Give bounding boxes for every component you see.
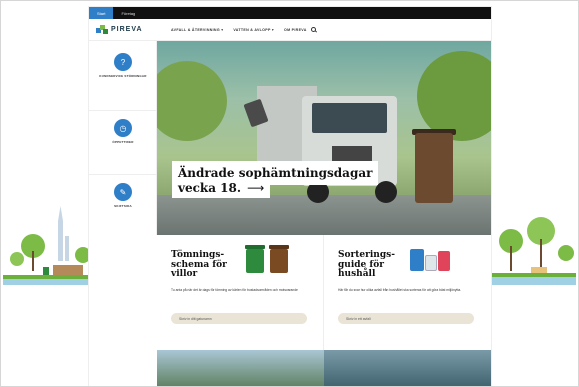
truck-window <box>312 103 387 133</box>
right-illustration <box>481 217 576 285</box>
quick-link-label: KUNDSERVICE STÖRNINGAR <box>99 74 147 78</box>
jar-icon <box>425 255 437 271</box>
blue-container-icon <box>410 249 424 271</box>
top-bar: Start Företag <box>89 7 491 19</box>
card-sorteringsguide: Sorterings-guide för hushåll Här får du … <box>324 235 491 350</box>
nav-item-om-pireva[interactable]: OM PIREVA <box>284 28 307 32</box>
screen: Start Företag PIREVA AVFALL & ÅTERVINNIN… <box>0 0 579 387</box>
quick-link-label: ÖPPETTIDER <box>112 140 134 144</box>
street-search-input[interactable]: Skriv in ditt gatunamn <box>171 313 307 324</box>
card-title: Sorterings-guide för hushåll <box>338 250 395 279</box>
card-title: Tömnings-schema för villor <box>171 250 227 279</box>
green-bin-icon <box>246 249 264 273</box>
arrow-right-icon[interactable]: ⟶ <box>247 182 264 194</box>
clock-icon: ◷ <box>114 119 132 137</box>
card-description: Här får du svar hur olika avfall från hu… <box>338 287 462 292</box>
logo-text: PIREVA <box>111 26 143 33</box>
quick-link-oppettider[interactable]: ◷ ÖPPETTIDER <box>89 119 157 175</box>
quick-link-kundservice[interactable]: ? KUNDSERVICE STÖRNINGAR <box>89 53 157 111</box>
brown-bin-icon <box>270 249 288 273</box>
nav-item-vatten[interactable]: VATTEN & AVLOPP ▾ <box>233 28 274 32</box>
feature-cards: Tömnings-schema för villor Tu anta på nä… <box>157 235 491 350</box>
tab-start[interactable]: Start <box>89 7 114 19</box>
left-illustration <box>3 206 98 285</box>
quick-links: ? KUNDSERVICE STÖRNINGAR ◷ ÖPPETTIDER ✎ … <box>89 41 157 235</box>
quick-link-skiftsida[interactable]: ✎ SKIFTSIDA <box>89 183 157 231</box>
quick-link-label: SKIFTSIDA <box>114 204 132 208</box>
website: Start Företag PIREVA AVFALL & ÅTERVINNIN… <box>89 7 491 386</box>
nav-item-avfall[interactable]: AVFALL & ÅTERVINNING ▾ <box>171 28 223 32</box>
hero-tree <box>157 61 227 141</box>
hero-subtitle: vecka 18. <box>178 181 242 195</box>
tab-foretag[interactable]: Företag <box>113 7 143 19</box>
search-icon[interactable] <box>310 27 316 32</box>
wrench-icon: ✎ <box>114 183 132 201</box>
logo-mark-icon <box>96 25 108 34</box>
waste-search-input[interactable]: Skriv in ett avfall <box>338 313 474 324</box>
hero-title: Ändrade sophämtningsdagar <box>178 166 373 180</box>
bottom-images <box>157 350 491 386</box>
bottom-image-water[interactable] <box>324 350 491 386</box>
chat-icon: ? <box>114 53 132 71</box>
nav-links: AVFALL & ÅTERVINNING ▾ VATTEN & AVLOPP ▾… <box>171 28 307 32</box>
hero-tree <box>417 51 491 141</box>
main-nav: PIREVA AVFALL & ÅTERVINNING ▾ VATTEN & A… <box>89 19 491 41</box>
brown-bin <box>415 133 453 203</box>
red-carton-icon <box>438 251 450 271</box>
logo[interactable]: PIREVA <box>96 25 171 34</box>
hero-banner[interactable]: Ändrade sophämtningsdagar vecka 18. ⟶ <box>157 41 491 235</box>
card-tomningsschema: Tömnings-schema för villor Tu anta på nä… <box>157 235 324 350</box>
hero-caption-line2: vecka 18. ⟶ <box>172 179 271 198</box>
card-description: Tu anta på när det är dags för tömning a… <box>171 287 298 292</box>
bottom-image-forest[interactable] <box>157 350 324 386</box>
